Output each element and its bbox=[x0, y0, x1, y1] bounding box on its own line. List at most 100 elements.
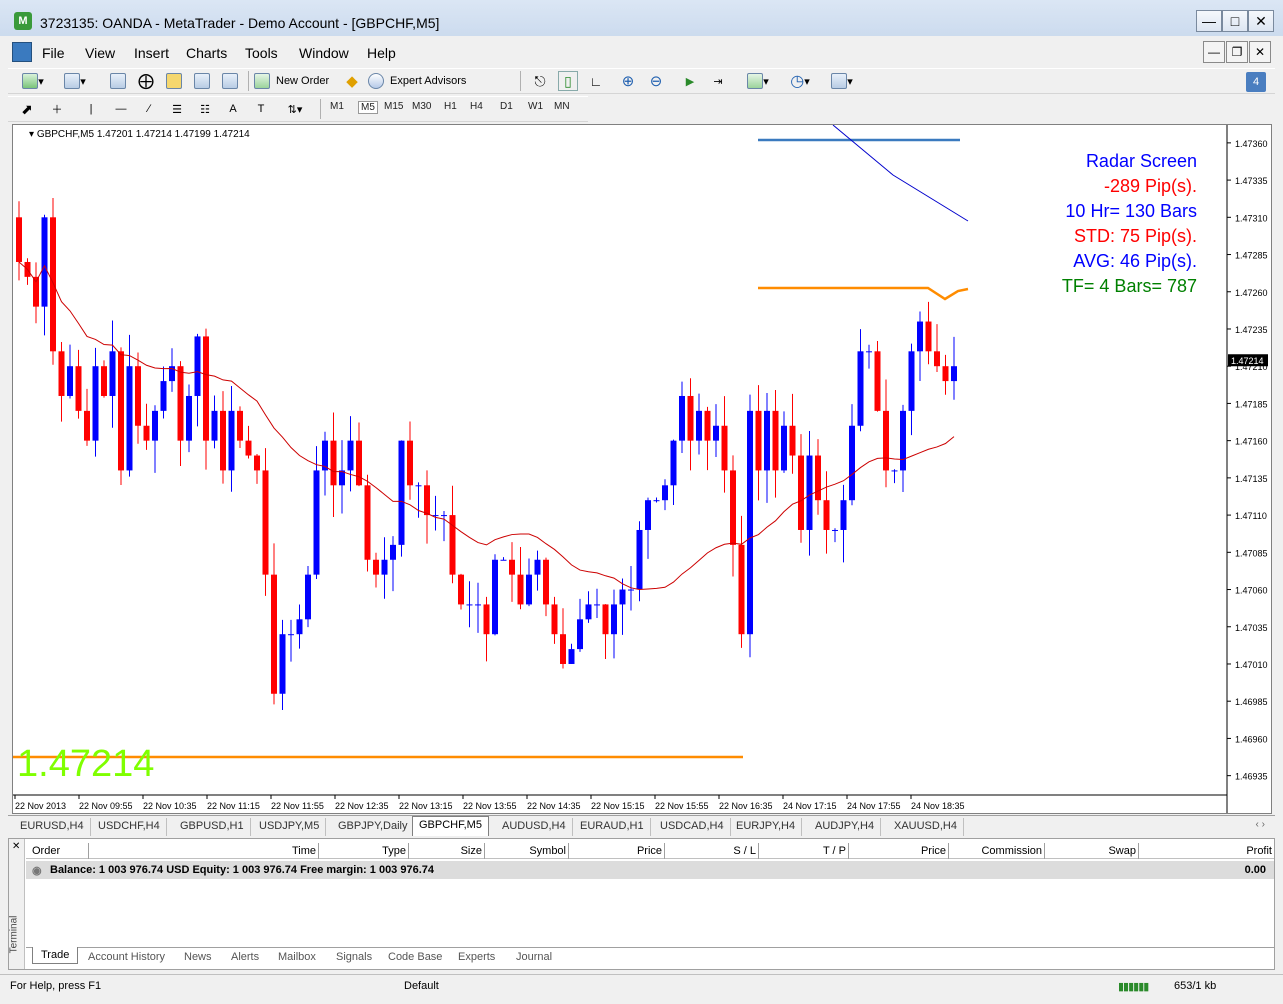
chart-window-icon[interactable] bbox=[12, 42, 32, 62]
metaeditor-button[interactable]: ◆ bbox=[342, 71, 362, 91]
timeframe-h1[interactable]: H1 bbox=[444, 101, 457, 112]
arrows-tool[interactable]: ⇅ ▾ bbox=[278, 99, 312, 119]
bar-chart-button[interactable]: ⎋ bbox=[530, 71, 550, 91]
candle-body bbox=[381, 559, 388, 575]
column-header[interactable]: Price bbox=[637, 845, 662, 857]
column-header[interactable]: Symbol bbox=[529, 845, 566, 857]
column-header[interactable]: T / P bbox=[823, 845, 846, 857]
profiles-button[interactable]: ▾ bbox=[60, 71, 90, 91]
chart-tab[interactable]: EURJPY,H4 bbox=[730, 818, 803, 836]
terminal-tab[interactable]: Mailbox bbox=[278, 951, 316, 963]
column-header[interactable]: Profit bbox=[1246, 845, 1272, 857]
timeframe-m5[interactable]: M5 bbox=[358, 101, 378, 114]
chart-collapse-icon[interactable]: ▾ bbox=[29, 129, 34, 140]
terminal-tab[interactable]: Account History bbox=[88, 951, 165, 963]
cursor-tool[interactable]: ⬈ bbox=[18, 99, 36, 119]
column-header[interactable]: Swap bbox=[1108, 845, 1136, 857]
menu-insert[interactable]: Insert bbox=[134, 45, 169, 61]
indicators-icon bbox=[747, 73, 764, 89]
timeframe-m30[interactable]: M30 bbox=[412, 101, 431, 112]
column-header[interactable]: Commission bbox=[981, 845, 1042, 857]
navigator-button[interactable]: ⨁ bbox=[136, 71, 156, 91]
templates-button[interactable]: ▾ bbox=[826, 71, 858, 91]
new-order-button[interactable]: New Order bbox=[254, 71, 340, 91]
terminal-close-icon[interactable]: ✕ bbox=[12, 841, 20, 852]
maximize-button[interactable]: □ bbox=[1222, 10, 1248, 32]
timeframe-d1[interactable]: D1 bbox=[500, 101, 513, 112]
tab-scroll-arrows[interactable]: ‹ › bbox=[1256, 819, 1265, 830]
text-label-tool[interactable]: T bbox=[252, 99, 270, 119]
menu-view[interactable]: View bbox=[85, 45, 115, 61]
data-window-button[interactable] bbox=[164, 71, 184, 91]
mdi-close-button[interactable]: ✕ bbox=[1249, 41, 1271, 63]
chart-tab[interactable]: AUDUSD,H4 bbox=[496, 818, 573, 836]
column-header[interactable]: Price bbox=[921, 845, 946, 857]
indicators-button[interactable]: ▾ bbox=[742, 71, 774, 91]
timeframe-w1[interactable]: W1 bbox=[528, 101, 543, 112]
column-header[interactable]: Size bbox=[461, 845, 482, 857]
fibo-retracement-tool[interactable]: ☷ bbox=[196, 99, 214, 119]
horizontal-line-tool[interactable]: — bbox=[112, 99, 130, 119]
terminal-tab[interactable]: Journal bbox=[516, 951, 552, 963]
market-watch-button[interactable] bbox=[108, 71, 128, 91]
candle-body bbox=[279, 634, 286, 694]
chart-tab[interactable]: GBPUSD,H1 bbox=[174, 818, 251, 836]
column-header[interactable]: S / L bbox=[733, 845, 756, 857]
timeframe-m15[interactable]: M15 bbox=[384, 101, 403, 112]
chart-tab[interactable]: GBPCHF,M5 bbox=[412, 816, 489, 836]
vertical-line-tool[interactable]: | bbox=[82, 99, 100, 119]
time-label: 22 Nov 16:35 bbox=[719, 801, 773, 811]
terminal-tab[interactable]: Alerts bbox=[231, 951, 259, 963]
mdi-restore-button[interactable]: ❐ bbox=[1226, 41, 1248, 63]
menu-window[interactable]: Window bbox=[299, 45, 349, 61]
line-chart-button[interactable]: ∟ bbox=[586, 71, 606, 91]
column-header[interactable]: Type bbox=[382, 845, 406, 857]
crosshair-tool[interactable]: ＋ bbox=[48, 99, 66, 119]
strategy-tester-button[interactable] bbox=[220, 71, 240, 91]
chart-window[interactable]: 1.47360 1.47335 1.47310 1.47285 1.47260 1.472… bbox=[12, 124, 1272, 814]
zoom-out-button[interactable]: ⊖ bbox=[646, 71, 666, 91]
column-header[interactable]: Time bbox=[292, 845, 316, 857]
minimize-button[interactable]: — bbox=[1196, 10, 1222, 32]
chart-shift-button[interactable]: ⇥ bbox=[708, 71, 728, 91]
trendline-tool[interactable]: ∕ bbox=[140, 99, 158, 119]
terminal-tab[interactable]: Experts bbox=[458, 951, 495, 963]
column-header[interactable]: Order bbox=[32, 845, 60, 857]
menu-tools[interactable]: Tools bbox=[245, 45, 278, 61]
notifications-button[interactable]: 4 bbox=[1246, 72, 1266, 92]
chart-tab[interactable]: USDCAD,H4 bbox=[654, 818, 731, 836]
fibo-channel-tool[interactable]: ☰ bbox=[168, 99, 186, 119]
chart-tab[interactable]: XAUUSD,H4 bbox=[888, 818, 964, 836]
terminal-tab[interactable]: Code Base bbox=[388, 951, 442, 963]
balance-row[interactable]: ◉ Balance: 1 003 976.74 USD Equity: 1 00… bbox=[26, 861, 1274, 879]
menu-charts[interactable]: Charts bbox=[186, 45, 227, 61]
terminal-tab[interactable]: Trade bbox=[32, 947, 79, 964]
zoom-in-button[interactable]: ⊕ bbox=[618, 71, 638, 91]
timeframe-h4[interactable]: H4 bbox=[470, 101, 483, 112]
terminal-tab[interactable]: Signals bbox=[336, 951, 372, 963]
close-button[interactable]: ✕ bbox=[1248, 10, 1274, 32]
timeframe-m1[interactable]: M1 bbox=[330, 101, 344, 112]
terminal-tab[interactable]: News bbox=[184, 951, 212, 963]
timeframe-mn[interactable]: MN bbox=[554, 101, 570, 112]
terminal-button[interactable] bbox=[192, 71, 212, 91]
menu-help[interactable]: Help bbox=[367, 45, 396, 61]
chart-tab[interactable]: USDJPY,M5 bbox=[253, 818, 327, 836]
candle-body bbox=[781, 425, 787, 471]
text-tool[interactable]: A bbox=[224, 99, 242, 119]
expert-advisors-button[interactable]: Expert Advisors bbox=[368, 71, 488, 91]
mdi-minimize-button[interactable]: — bbox=[1203, 41, 1225, 63]
candle-body bbox=[118, 351, 124, 471]
menu-file[interactable]: File bbox=[42, 45, 65, 61]
new-order-label: New Order bbox=[276, 75, 330, 87]
candlestick-button[interactable]: ▯ bbox=[558, 71, 578, 91]
periods-button[interactable]: ◷ ▾ bbox=[784, 71, 816, 91]
new-chart-button[interactable]: ▾ bbox=[18, 71, 48, 91]
candle-body bbox=[738, 544, 745, 635]
chart-tab[interactable]: EURUSD,H4 bbox=[14, 818, 91, 836]
chart-tab[interactable]: USDCHF,H4 bbox=[92, 818, 167, 836]
auto-scroll-button[interactable]: ▶ bbox=[680, 71, 700, 91]
chart-tab[interactable]: AUDJPY,H4 bbox=[809, 818, 882, 836]
chart-tab[interactable]: EURAUD,H1 bbox=[574, 818, 651, 836]
chart-tab[interactable]: GBPJPY,Daily bbox=[332, 818, 415, 836]
